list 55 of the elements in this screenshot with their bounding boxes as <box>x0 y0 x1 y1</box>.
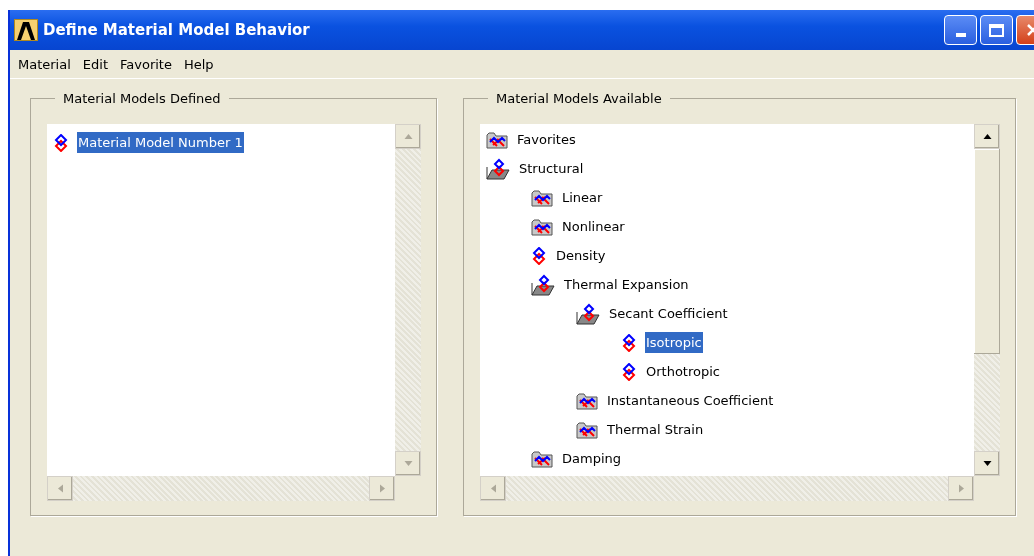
scroll-left-button[interactable] <box>47 476 73 501</box>
group-title: Material Models Available <box>495 91 663 106</box>
scroll-up-button[interactable] <box>974 124 1000 149</box>
right-arrow-icon <box>956 484 966 493</box>
right-arrow-icon <box>377 484 387 493</box>
tree-item[interactable]: Secant Coefficient <box>608 303 729 324</box>
horizontal-scrollbar[interactable] <box>47 476 395 501</box>
tree-item[interactable]: Material Model Number 1 <box>77 132 244 153</box>
menu-item[interactable]: Favorite <box>120 56 172 72</box>
menu-item[interactable]: Help <box>183 56 214 72</box>
up-arrow-icon <box>403 132 413 141</box>
material-icon <box>531 246 547 265</box>
down-arrow-icon <box>403 459 413 468</box>
folder-icon <box>531 449 553 468</box>
app-logo-icon <box>14 19 38 41</box>
scroll-left-button[interactable] <box>480 476 506 501</box>
tree-item[interactable]: Instantaneous Coefficient <box>606 390 775 411</box>
down-arrow-icon <box>982 459 992 468</box>
open-folder-icon <box>486 157 510 180</box>
open-folder-icon <box>576 302 600 325</box>
tree-item[interactable]: Thermal Expansion <box>563 274 690 295</box>
material-icon <box>621 362 637 381</box>
folder-icon <box>576 391 598 410</box>
material-icon <box>53 133 69 152</box>
tree-item[interactable]: Isotropic <box>645 332 703 353</box>
menu-item[interactable]: Edit <box>82 56 108 72</box>
minimize-button[interactable] <box>944 15 977 45</box>
scroll-right-button[interactable] <box>369 476 395 501</box>
tree-item[interactable]: Favorites <box>516 129 577 150</box>
left-arrow-icon <box>488 484 498 493</box>
tree-item[interactable]: Nonlinear <box>561 216 626 237</box>
folder-icon <box>531 188 553 207</box>
tree-item[interactable]: Density <box>555 245 607 266</box>
scroll-down-button[interactable] <box>974 451 1000 476</box>
material-icon <box>621 333 637 352</box>
maximize-button[interactable] <box>980 15 1013 45</box>
tree-item[interactable]: Thermal Strain <box>606 419 705 440</box>
folder-icon <box>486 130 508 149</box>
folder-icon <box>576 420 598 439</box>
tree-item[interactable]: Damping <box>561 448 622 469</box>
menu-item[interactable]: Material <box>18 56 71 72</box>
horizontal-scrollbar[interactable] <box>480 476 974 501</box>
up-arrow-icon <box>982 132 992 141</box>
window-title: Define Material Model Behavior <box>43 21 310 39</box>
scroll-thumb[interactable] <box>974 149 1000 354</box>
left-arrow-icon <box>55 484 65 493</box>
list-box[interactable]: Material Model Number 1 <box>47 124 421 501</box>
tree-item[interactable]: Structural <box>518 158 585 179</box>
vertical-scrollbar[interactable] <box>974 124 1000 476</box>
tree-view[interactable]: Favorites Structural Linear Nonlinear Density Thermal Expansion Secant Coefficient Isotropic Orthotropic Instantaneous Coefficient Thermal Strain Damping <box>480 124 1000 501</box>
tree-item[interactable]: Linear <box>561 187 604 208</box>
tree-item[interactable]: Orthotropic <box>645 361 721 382</box>
folder-icon <box>531 217 553 236</box>
group-title: Material Models Defined <box>62 91 222 106</box>
open-folder-icon <box>531 273 555 296</box>
